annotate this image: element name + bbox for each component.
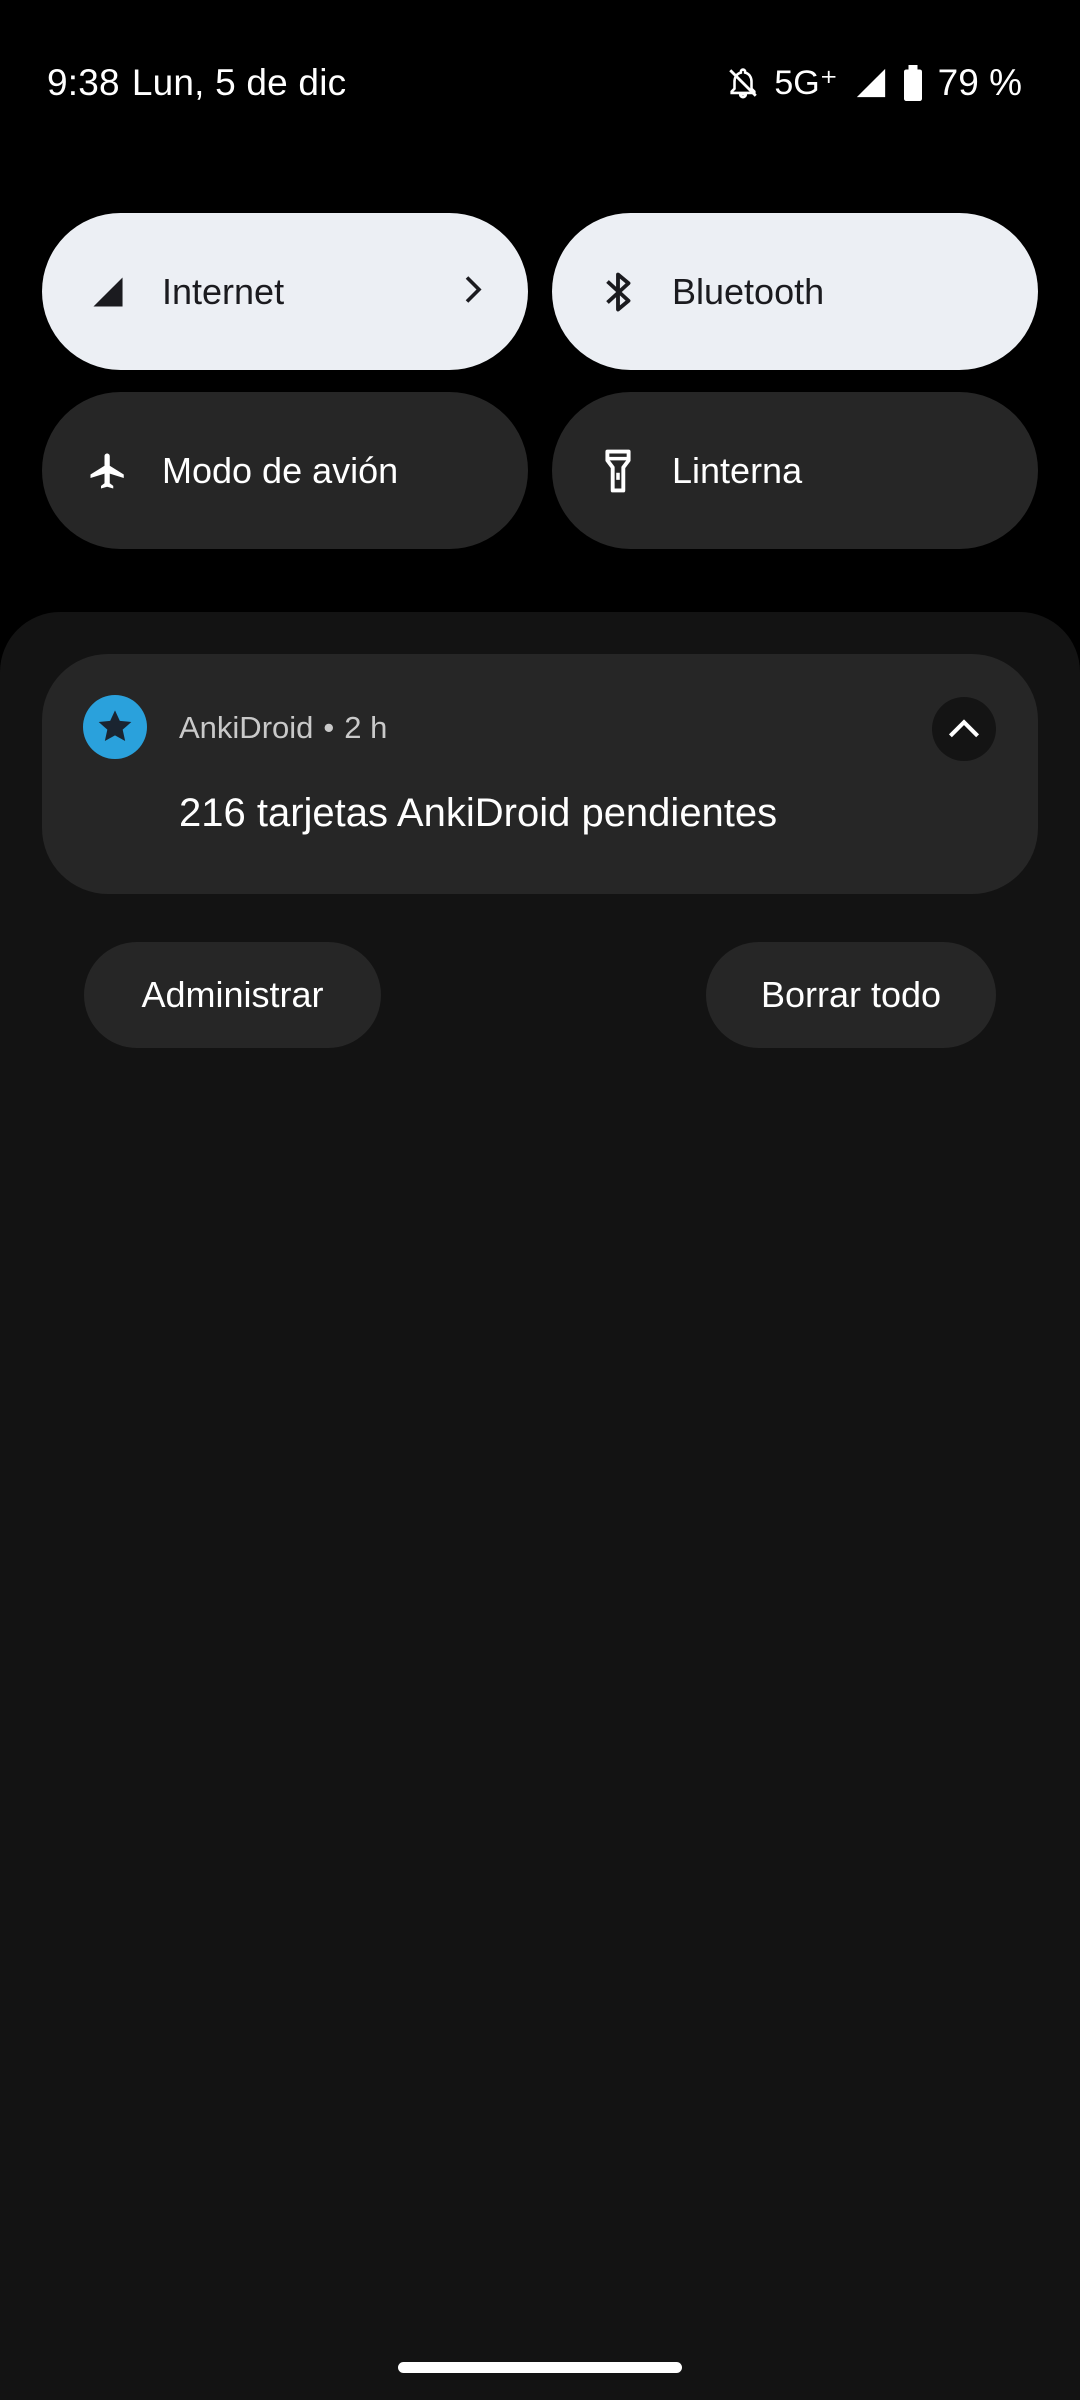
quick-settings-tiles: Internet Bluetooth Modo de avión Lintern… [42,213,1038,549]
status-icons: 5G⁺ 79 % [726,62,1022,104]
collapse-notification-button[interactable] [932,697,996,761]
battery-icon [902,65,924,101]
tile-airplane-mode[interactable]: Modo de avión [42,392,528,549]
flashlight-icon [597,449,639,492]
cell-signal-icon [87,271,129,313]
status-date: Lun, 5 de dic [131,62,347,103]
home-gesture-bar[interactable] [398,2362,682,2373]
tile-bluetooth[interactable]: Bluetooth [552,213,1038,370]
status-clock-date: 9:38 Lun, 5 de dic [47,62,346,104]
signal-icon [854,66,888,100]
notification-ankidroid[interactable]: AnkiDroid • 2 h 216 tarjetas AnkiDroid p… [42,654,1038,894]
ankidroid-star-icon [83,695,147,759]
status-bar: 9:38 Lun, 5 de dic 5G⁺ 79 % [0,0,1080,170]
tile-flashlight-label: Linterna [672,449,803,491]
status-time: 9:38 [47,62,120,103]
notification-app-name: AnkiDroid [179,710,314,745]
chevron-up-icon [948,719,980,738]
battery-percentage: 79 % [937,62,1022,103]
clear-all-button[interactable]: Borrar todo [706,942,996,1048]
notification-separator: • [323,710,335,745]
notifications-off-icon [726,65,760,101]
network-type: 5G⁺ [774,64,838,102]
tile-flashlight[interactable]: Linterna [552,392,1038,549]
manage-button[interactable]: Administrar [84,942,381,1048]
tile-airplane-mode-label: Modo de avión [162,449,399,491]
notification-time: 2 h [344,710,388,745]
tile-bluetooth-label: Bluetooth [672,270,825,312]
tile-internet[interactable]: Internet [42,213,528,370]
notification-header: AnkiDroid • 2 h [179,710,387,746]
bluetooth-icon [597,271,639,313]
chevron-right-icon[interactable] [462,274,484,309]
notification-title: 216 tarjetas AnkiDroid pendientes [179,791,778,835]
airplane-icon [87,450,129,492]
tile-internet-label: Internet [162,270,285,312]
